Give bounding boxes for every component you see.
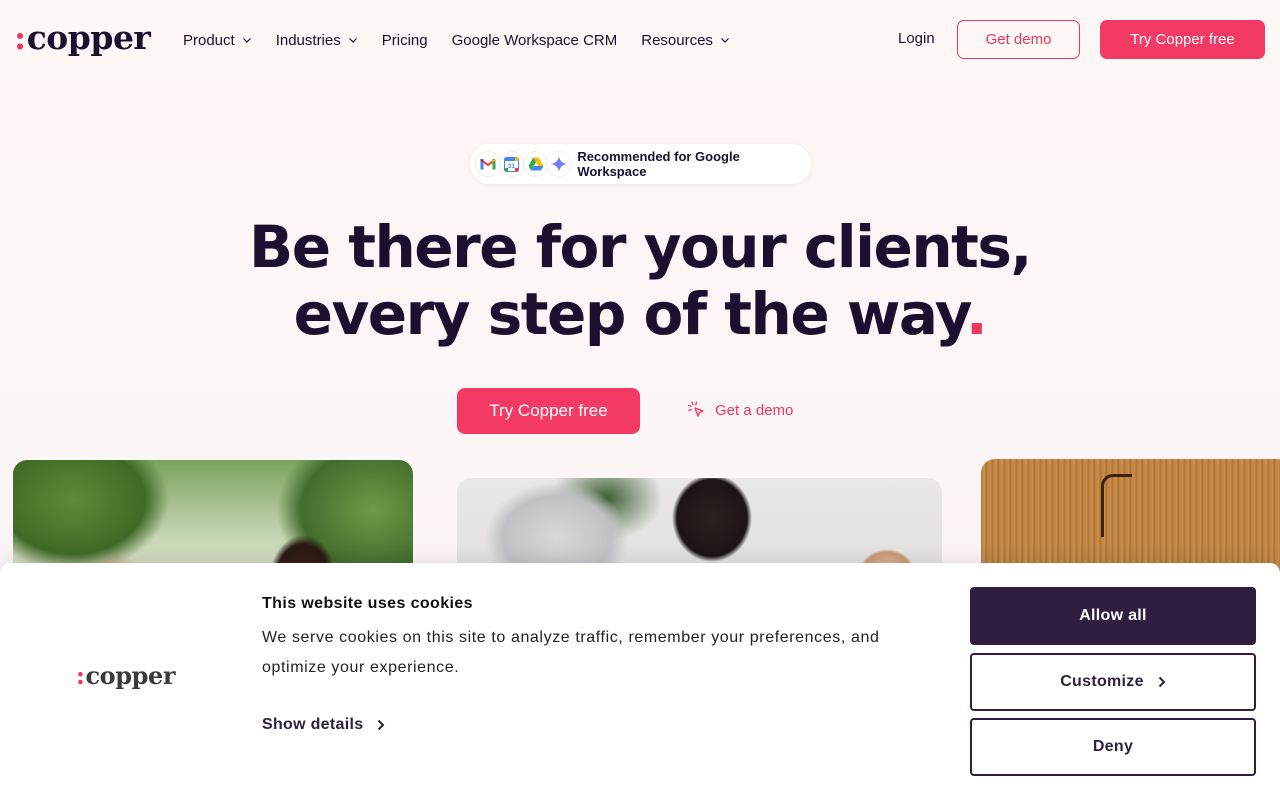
cursor-click-icon bbox=[687, 401, 704, 417]
gmail-icon bbox=[476, 152, 500, 176]
logo-colon: : bbox=[76, 661, 85, 690]
show-details-button[interactable]: Show details bbox=[262, 716, 385, 734]
logo-colon: : bbox=[14, 18, 26, 57]
chevron-down-icon bbox=[242, 38, 251, 43]
hero-get-a-demo-link[interactable]: Get a demo bbox=[687, 400, 793, 420]
get-a-demo-label: Get a demo bbox=[715, 401, 794, 419]
nav-item-google-workspace-crm[interactable]: Google Workspace CRM bbox=[452, 28, 618, 52]
google-drive-icon bbox=[523, 152, 548, 176]
try-copper-free-button[interactable]: Try Copper free bbox=[1100, 20, 1265, 59]
copper-logo[interactable]: : copper bbox=[14, 18, 151, 58]
svg-text:31: 31 bbox=[508, 164, 515, 170]
nav-item-label: Industries bbox=[275, 31, 341, 49]
hero-title-line1: Be there for your clients, bbox=[249, 213, 1032, 281]
site-header: : copper Product Industries Pricing Goog… bbox=[0, 0, 1280, 80]
google-workspace-badge: 31 Recommended for Google Workspace bbox=[470, 144, 811, 184]
login-link[interactable]: Login bbox=[898, 30, 935, 47]
nav-item-resources[interactable]: Resources bbox=[641, 28, 730, 52]
hero-try-copper-free-button[interactable]: Try Copper free bbox=[457, 388, 640, 434]
nav-item-product[interactable]: Product bbox=[183, 28, 252, 52]
allow-all-button[interactable]: Allow all bbox=[970, 587, 1256, 645]
nav-item-industries[interactable]: Industries bbox=[276, 28, 358, 52]
cookie-banner-logo: : copper bbox=[76, 661, 176, 690]
chevron-down-icon bbox=[348, 38, 357, 43]
nav-item-label: Resources bbox=[641, 31, 713, 49]
google-calendar-icon: 31 bbox=[499, 152, 524, 176]
hero-title-line2: every step of the way bbox=[293, 280, 968, 348]
main-nav: Product Industries Pricing Google Worksp… bbox=[183, 28, 754, 52]
chevron-right-icon bbox=[378, 719, 385, 731]
cookie-banner: : copper This website uses cookies We se… bbox=[0, 563, 1280, 800]
nav-item-label: Google Workspace CRM bbox=[451, 31, 618, 49]
gemini-icon bbox=[547, 152, 572, 176]
chevron-right-icon bbox=[1158, 676, 1166, 688]
customize-label: Customize bbox=[1060, 673, 1144, 690]
logo-text: copper bbox=[85, 661, 176, 690]
show-details-label: Show details bbox=[262, 716, 364, 733]
customize-button[interactable]: Customize bbox=[970, 653, 1256, 711]
get-demo-button[interactable]: Get demo bbox=[957, 20, 1080, 59]
hero-title-dot: . bbox=[965, 280, 988, 348]
hero-title: Be there for your clients, every step of… bbox=[0, 214, 1280, 348]
badge-text: Recommended for Google Workspace bbox=[577, 149, 740, 179]
chevron-down-icon bbox=[721, 38, 729, 43]
nav-item-label: Product bbox=[183, 31, 235, 49]
logo-text: copper bbox=[26, 18, 151, 57]
nav-item-label: Pricing bbox=[381, 31, 428, 49]
cookie-banner-title: This website uses cookies bbox=[262, 595, 473, 612]
nav-item-pricing[interactable]: Pricing bbox=[382, 28, 428, 52]
cookie-banner-text: We serve cookies on this site to analyze… bbox=[262, 629, 880, 676]
deny-button[interactable]: Deny bbox=[970, 718, 1256, 776]
